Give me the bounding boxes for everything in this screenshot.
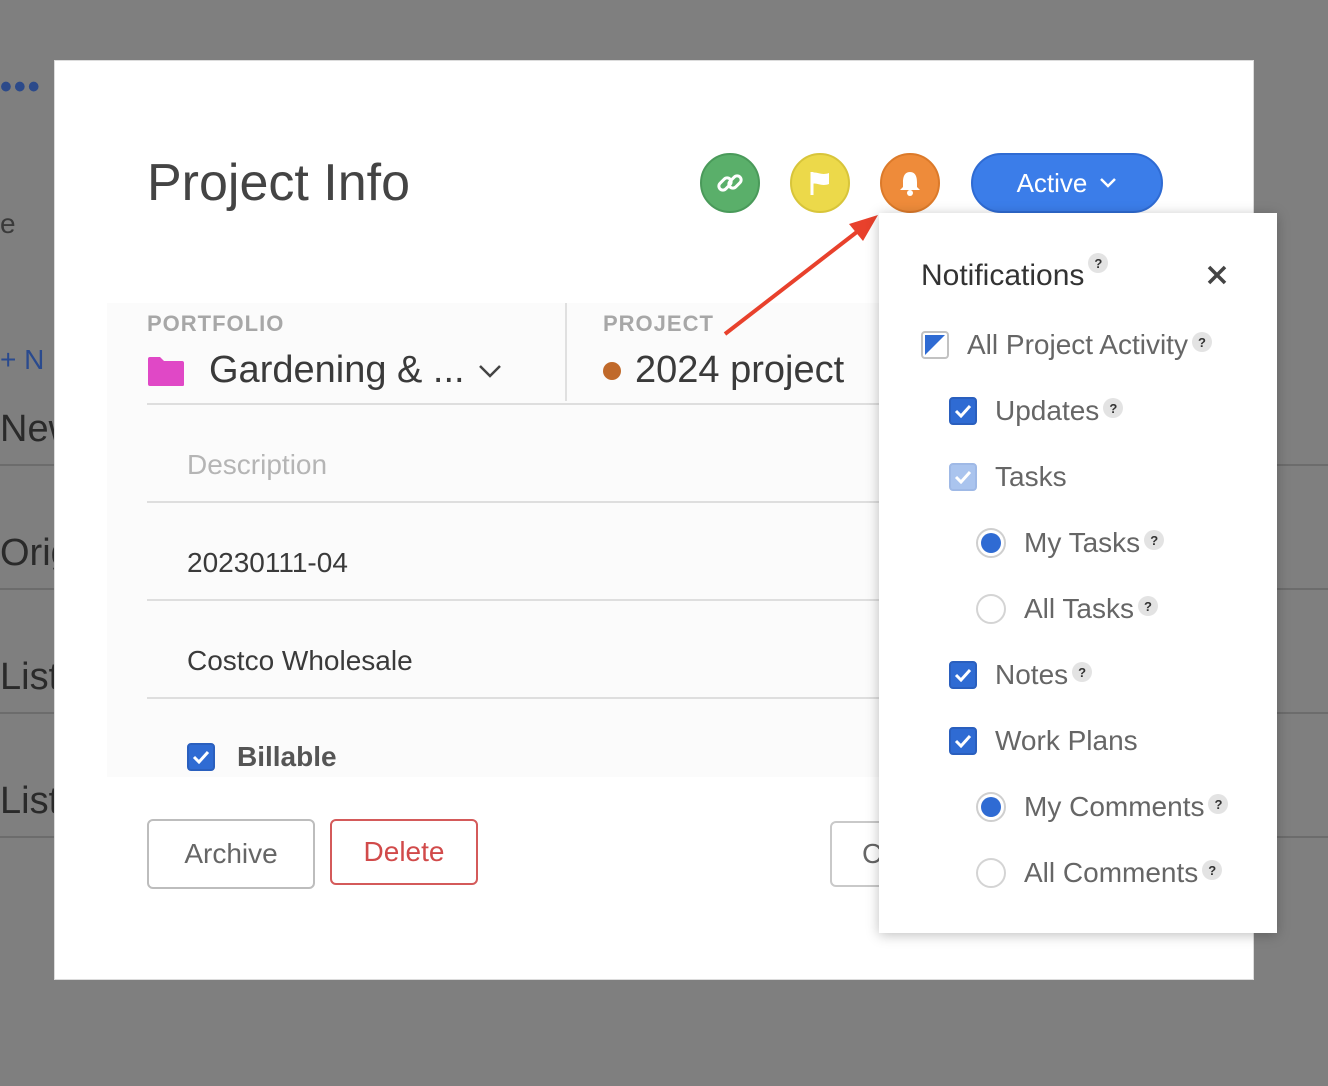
description-field[interactable]: Description <box>187 449 327 481</box>
status-dropdown[interactable]: Active <box>971 153 1163 213</box>
portfolio-value: Gardening & ... <box>209 349 465 391</box>
option-label: Work Plans <box>995 725 1138 756</box>
tasks-checkbox[interactable] <box>949 463 977 491</box>
divider <box>147 697 907 699</box>
chevron-down-icon <box>1100 178 1117 188</box>
option-label: My Comments <box>1024 791 1205 822</box>
option-tasks[interactable]: Tasks <box>949 461 1067 493</box>
updates-checkbox[interactable] <box>949 397 977 425</box>
column-divider <box>565 303 567 401</box>
delete-button[interactable]: Delete <box>330 819 478 885</box>
help-icon[interactable]: ? <box>1072 662 1093 682</box>
notifications-title: Notifications <box>921 259 1085 292</box>
option-label: All Tasks <box>1024 593 1134 624</box>
check-icon <box>192 750 210 764</box>
option-updates[interactable]: Updates ? <box>949 395 1124 427</box>
option-label: Updates <box>995 395 1100 426</box>
billable-label: Billable <box>237 741 337 772</box>
notifications-popover: Notifications ? All Project Activity ? U… <box>879 213 1277 933</box>
project-color-dot <box>603 361 621 380</box>
notes-checkbox[interactable] <box>949 661 977 689</box>
help-icon[interactable]: ? <box>1137 596 1158 616</box>
project-name-field[interactable]: 2024 project <box>603 349 844 392</box>
help-icon[interactable]: ? <box>1191 332 1212 352</box>
check-icon <box>954 470 972 484</box>
all-comments-radio[interactable] <box>976 858 1006 888</box>
flag-button[interactable] <box>790 153 850 213</box>
status-label: Active <box>1016 167 1088 198</box>
option-my-comments[interactable]: My Comments ? <box>976 791 1229 823</box>
help-icon[interactable]: ? <box>1208 794 1229 814</box>
check-icon <box>954 668 972 682</box>
option-label: Notes <box>995 659 1069 690</box>
divider <box>147 599 907 601</box>
notifications-button[interactable] <box>880 153 940 213</box>
my-comments-radio[interactable] <box>976 792 1006 822</box>
chevron-down-icon <box>478 364 501 378</box>
billable-checkbox-row[interactable]: Billable <box>187 741 337 773</box>
background-new-link: + N <box>0 344 45 375</box>
option-label: All Comments <box>1024 857 1199 888</box>
link-icon <box>717 174 743 192</box>
option-my-tasks[interactable]: My Tasks ? <box>976 527 1165 559</box>
help-icon[interactable]: ? <box>1103 398 1124 418</box>
folder-icon <box>148 356 184 386</box>
check-icon <box>954 404 972 418</box>
option-all-tasks[interactable]: All Tasks ? <box>976 593 1158 625</box>
option-all-project-activity[interactable]: All Project Activity ? <box>921 329 1212 361</box>
help-icon[interactable]: ? <box>1088 253 1109 273</box>
client-field[interactable]: Costco Wholesale <box>187 645 413 677</box>
divider <box>147 403 907 405</box>
all-project-activity-checkbox[interactable] <box>921 331 949 359</box>
background-row: List <box>0 780 60 822</box>
option-all-comments[interactable]: All Comments ? <box>976 857 1223 889</box>
popover-title: Notifications ? <box>921 253 1109 293</box>
portfolio-label: PORTFOLIO <box>147 311 285 336</box>
background-row: List <box>0 656 60 698</box>
modal-title: Project Info <box>147 154 411 212</box>
check-icon <box>954 734 972 748</box>
help-icon[interactable]: ? <box>1144 530 1165 550</box>
bell-icon <box>900 172 920 196</box>
option-label: Tasks <box>995 461 1067 492</box>
option-label: My Tasks <box>1024 527 1141 558</box>
help-icon[interactable]: ? <box>1202 860 1223 880</box>
divider <box>147 501 907 503</box>
more-options-icon: ••• <box>0 68 42 106</box>
flag-icon <box>810 172 829 195</box>
project-code-field[interactable]: 20230111-04 <box>187 547 348 579</box>
all-tasks-radio[interactable] <box>976 594 1006 624</box>
portfolio-select[interactable]: Gardening & ... <box>147 349 503 392</box>
close-icon[interactable] <box>1203 261 1231 289</box>
project-label: PROJECT <box>603 311 714 336</box>
link-button[interactable] <box>700 153 760 213</box>
my-tasks-radio[interactable] <box>976 528 1006 558</box>
option-work-plans[interactable]: Work Plans <box>949 725 1138 757</box>
option-label: All Project Activity <box>967 329 1188 360</box>
billable-checkbox[interactable] <box>187 743 215 771</box>
option-notes[interactable]: Notes ? <box>949 659 1093 691</box>
archive-button[interactable]: Archive <box>147 819 315 889</box>
background-text: e <box>0 208 16 239</box>
work-plans-checkbox[interactable] <box>949 727 977 755</box>
project-name: 2024 project <box>635 349 845 391</box>
